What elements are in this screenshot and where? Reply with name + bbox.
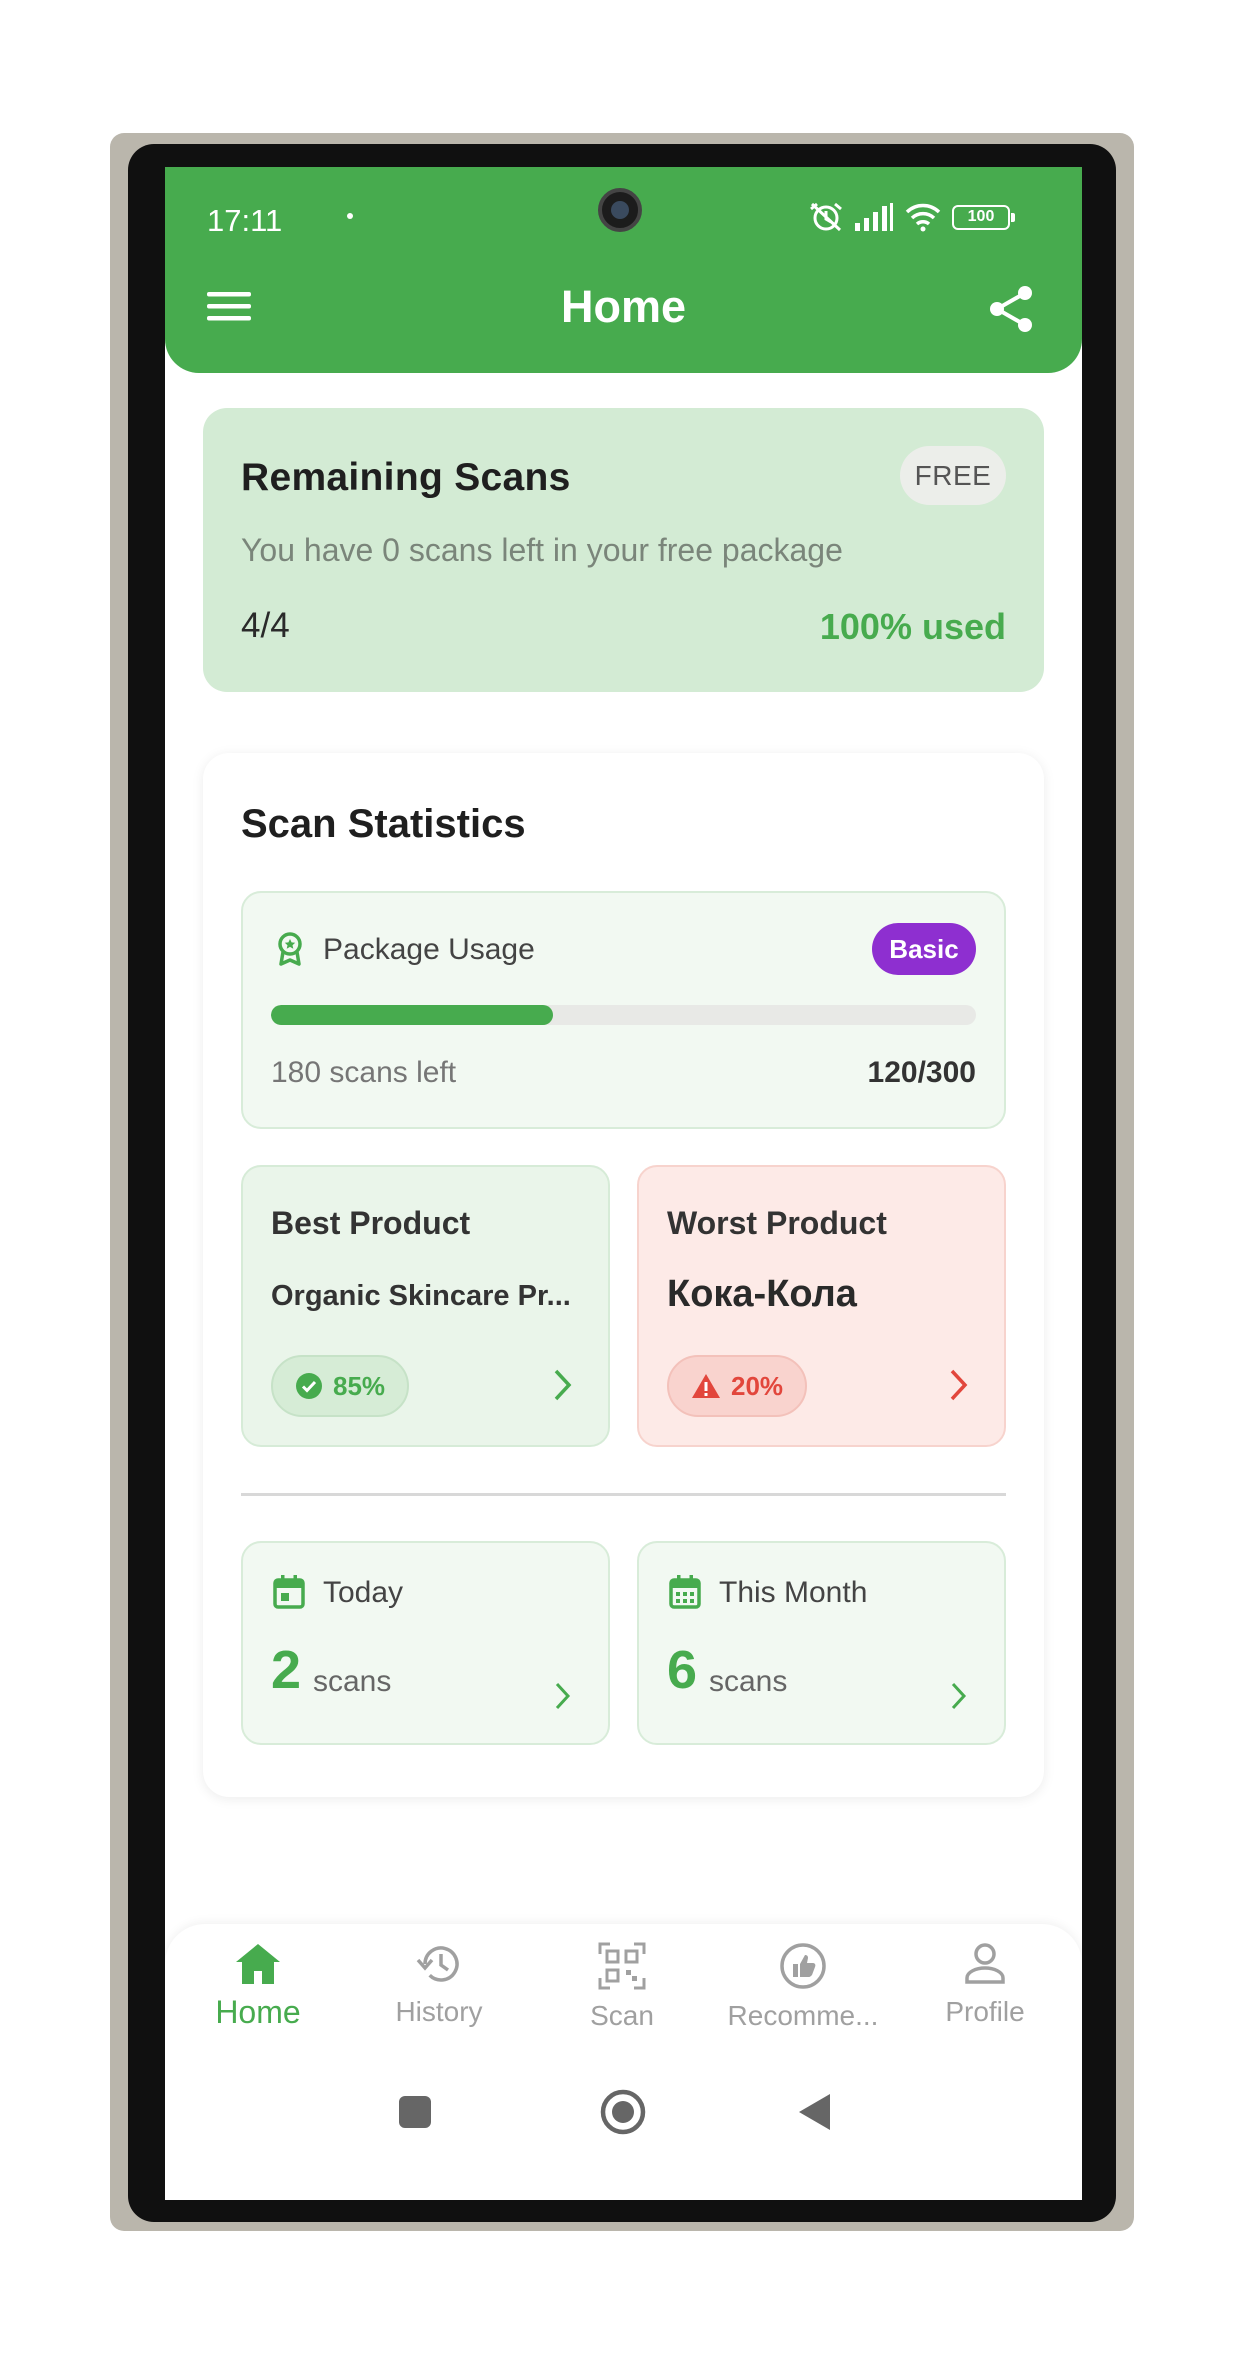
month-scan-unit: scans	[709, 1665, 788, 1698]
remaining-scans-used: 100% used	[819, 606, 1006, 647]
today-scan-unit: scans	[313, 1665, 392, 1698]
worst-product-card[interactable]: Worst Product Кока-Кола 20%	[637, 1165, 1006, 1447]
history-icon	[416, 1946, 459, 1982]
volume-button	[1124, 520, 1134, 800]
best-product-name: Organic Skincare Pr...	[271, 1280, 571, 1312]
package-usage-panel: Package Usage Basic 180 scans left 120/3…	[241, 891, 1006, 1129]
signal-icon	[854, 203, 894, 231]
nav-label-home: Home	[215, 1994, 301, 2030]
calendar-today-icon	[273, 1575, 305, 1609]
scans-left-text: 180 scans left	[271, 1056, 457, 1089]
nav-item-recommendations[interactable]: Recomme...	[713, 1942, 893, 2052]
remaining-scans-title: Remaining Scans	[241, 456, 571, 499]
best-product-score: 85%	[333, 1370, 386, 1401]
share-icon	[990, 286, 1032, 332]
calendar-month-icon	[669, 1575, 701, 1609]
worst-product-name: Кока-Кола	[667, 1273, 857, 1315]
page-title: Home	[560, 281, 687, 332]
nav-label-recommendations: Recomme...	[727, 2000, 879, 2031]
award-icon	[278, 932, 302, 966]
plan-badge: FREE	[900, 446, 1006, 505]
app-screen: 17:11 100 Home Remaining Scans FREE You …	[165, 167, 1082, 2200]
home-icon	[236, 1944, 280, 1984]
package-progress-fill	[271, 1005, 553, 1025]
nav-item-scan[interactable]: Scan	[532, 1942, 712, 2052]
recommend-icon	[780, 1943, 826, 1989]
nav-item-profile[interactable]: Profile	[895, 1942, 1075, 2052]
qr-scan-icon	[598, 1942, 646, 1990]
recents-button[interactable]	[385, 2082, 445, 2142]
nav-label-profile: Profile	[945, 1996, 1025, 2027]
best-product-card[interactable]: Best Product Organic Skincare Pr... 85%	[241, 1165, 610, 1447]
chevron-right-icon	[555, 1682, 571, 1710]
package-usage-label: Package Usage	[323, 933, 535, 966]
nav-item-history[interactable]: History	[349, 1942, 529, 2052]
bottom-navigation: Home History Scan Recomme... Profile	[165, 1924, 1082, 2200]
today-scan-count: 2	[271, 1640, 302, 1700]
check-circle-icon	[296, 1373, 322, 1399]
remaining-scans-count: 4/4	[241, 606, 290, 645]
remaining-scans-subtitle: You have 0 scans left in your free packa…	[241, 532, 843, 568]
nav-label-scan: Scan	[590, 2000, 654, 2031]
best-product-heading: Best Product	[271, 1205, 471, 1241]
nav-item-home[interactable]: Home	[168, 1942, 348, 2052]
front-camera	[598, 188, 642, 232]
remaining-scans-card: Remaining Scans FREE You have 0 scans le…	[203, 408, 1044, 692]
statistics-title: Scan Statistics	[241, 802, 526, 846]
app-bar: 17:11 100 Home	[165, 167, 1082, 373]
month-scan-count: 6	[667, 1640, 698, 1700]
power-button	[1124, 915, 1134, 1060]
chevron-right-icon	[951, 1682, 967, 1710]
person-icon	[965, 1943, 1005, 1984]
wifi-icon	[904, 202, 942, 232]
section-divider	[241, 1493, 1006, 1496]
status-icons: 100	[808, 197, 1015, 237]
month-scans-card[interactable]: This Month 6 scans	[637, 1541, 1006, 1745]
square-icon	[399, 2096, 431, 2128]
worst-product-score-badge: 20%	[667, 1355, 808, 1417]
package-progress-bar	[271, 1005, 976, 1025]
nav-label-history: History	[395, 1996, 483, 2027]
back-button[interactable]	[785, 2082, 845, 2142]
package-tier-badge: Basic	[872, 923, 976, 975]
battery-icon: 100	[952, 204, 1015, 230]
today-scans-card[interactable]: Today 2 scans	[241, 1541, 610, 1745]
month-label: This Month	[719, 1576, 868, 1609]
warning-icon	[692, 1374, 720, 1398]
worst-product-score: 20%	[731, 1370, 784, 1401]
circle-icon	[600, 2089, 646, 2135]
today-label: Today	[323, 1576, 404, 1609]
status-time: 17:11	[207, 203, 283, 238]
triangle-back-icon	[799, 2094, 830, 2130]
chevron-right-icon	[554, 1369, 572, 1401]
best-product-score-badge: 85%	[271, 1355, 410, 1417]
scan-statistics-card: Scan Statistics Package Usage Basic 180 …	[203, 753, 1044, 1797]
chevron-right-icon	[950, 1369, 968, 1401]
home-system-button[interactable]	[593, 2082, 653, 2142]
share-button[interactable]	[985, 283, 1041, 339]
notification-dot	[347, 213, 353, 219]
package-usage-count: 120/300	[867, 1056, 976, 1089]
worst-product-heading: Worst Product	[667, 1205, 887, 1241]
alarm-off-icon	[808, 200, 844, 234]
